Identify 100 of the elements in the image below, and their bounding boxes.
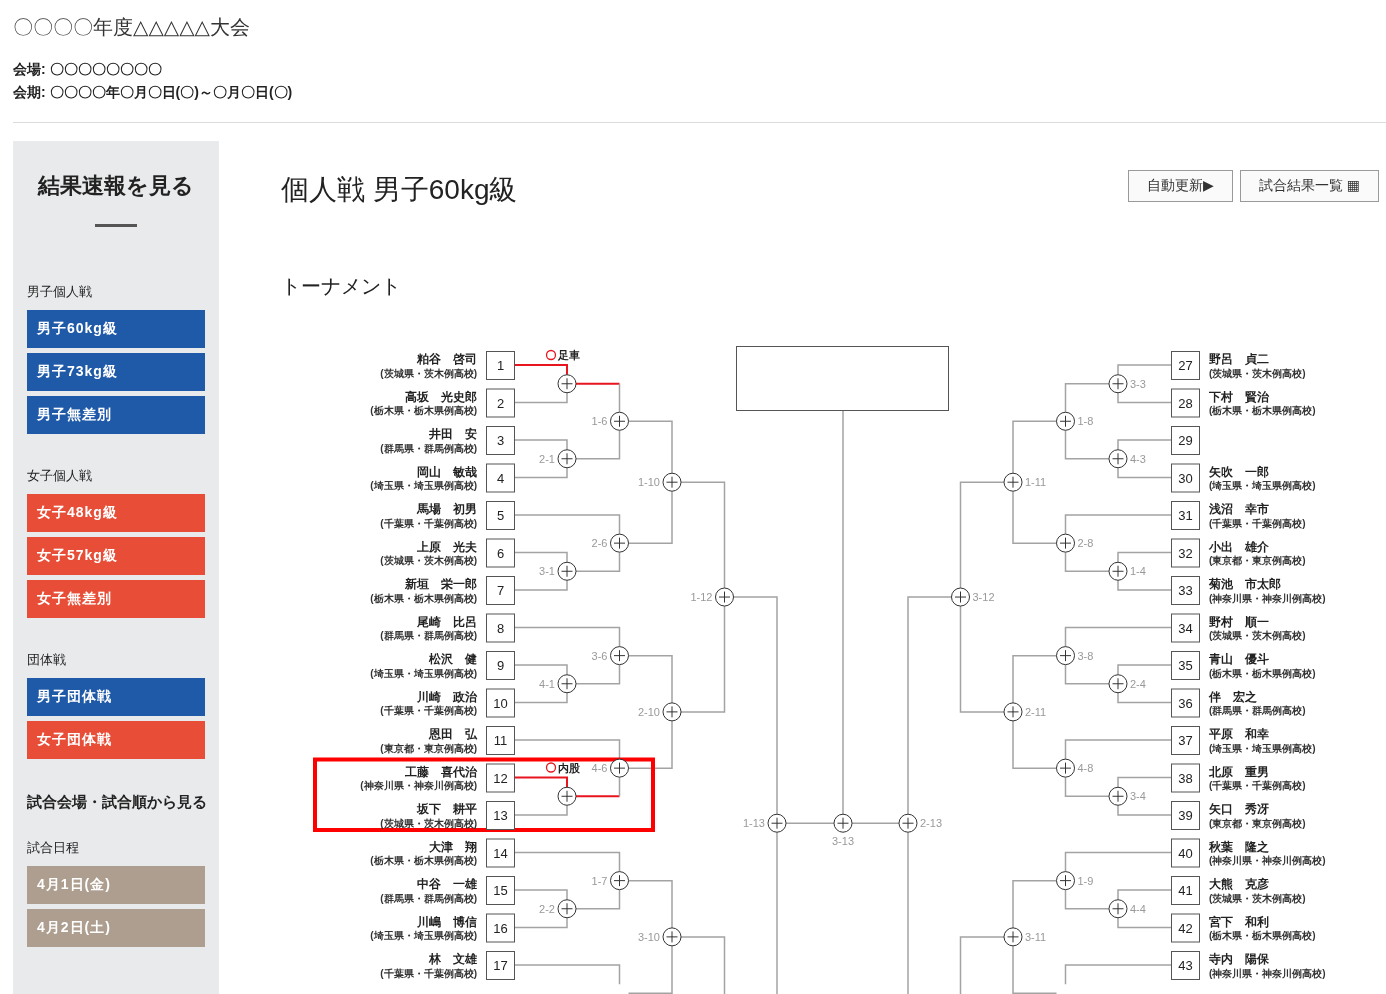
entry-number: 27 — [1171, 351, 1200, 380]
bracket-line — [1012, 654, 1058, 704]
entry-number: 14 — [486, 838, 515, 868]
toolbar-button[interactable]: 自動更新▶ — [1128, 170, 1233, 202]
ring-icon — [545, 762, 557, 773]
category-button[interactable]: 女子無差別 — [27, 580, 205, 618]
match-number: 4-6 — [591, 762, 608, 775]
plus-circle-icon[interactable] — [662, 702, 682, 722]
plus-circle-icon[interactable] — [557, 374, 577, 394]
plus-circle-icon[interactable] — [1003, 927, 1023, 947]
match-number: 3-13 — [832, 835, 854, 848]
match-number: 1-7 — [591, 874, 608, 887]
plus-circle-icon[interactable] — [1108, 899, 1128, 919]
bracket-line — [575, 429, 621, 460]
category-button[interactable]: 女子48kg級 — [27, 494, 205, 532]
player-name: 浅沼 幸市 — [1209, 502, 1269, 516]
technique-label: 内股 — [558, 761, 580, 774]
match-number: 2-10 — [637, 705, 660, 718]
bracket-line — [1064, 551, 1110, 572]
plus-circle-icon[interactable] — [1108, 561, 1128, 581]
plus-circle-icon[interactable] — [1056, 758, 1075, 778]
school-name: (茨城県・茨木例高校) — [380, 555, 477, 566]
player-name: 粕谷 啓司 — [417, 352, 477, 366]
category-button[interactable]: 男子団体戦 — [27, 678, 205, 716]
category-button[interactable]: 男子73kg級 — [27, 353, 205, 391]
player-name: 北原 重男 — [1209, 764, 1269, 779]
player-name: 高坂 光史郎 — [405, 389, 477, 404]
ring-icon — [545, 349, 557, 361]
bracket-line — [627, 654, 673, 704]
plus-circle-icon[interactable] — [1108, 374, 1128, 394]
category-button[interactable]: 男子60kg級 — [27, 310, 205, 348]
category-button[interactable]: 男子無差別 — [27, 396, 205, 434]
match-number: 2-11 — [1025, 705, 1047, 718]
player-name: 井田 安 — [429, 427, 477, 441]
plus-circle-icon[interactable] — [1056, 646, 1075, 666]
plus-circle-icon[interactable] — [951, 587, 970, 607]
match-number: 4-8 — [1077, 762, 1094, 775]
school-name: (栃木県・栃木県例高校) — [370, 592, 477, 604]
plus-circle-icon[interactable] — [1056, 533, 1075, 553]
plus-circle-icon[interactable] — [1003, 472, 1023, 492]
plus-circle-icon[interactable] — [662, 927, 682, 947]
plus-circle-icon[interactable] — [610, 411, 629, 431]
entry-number: 11 — [486, 726, 515, 755]
plus-circle-icon[interactable] — [767, 813, 787, 833]
plus-circle-icon[interactable] — [557, 561, 577, 581]
plus-circle-icon[interactable] — [610, 646, 629, 666]
school-name: (埼玉県・埼玉県例高校) — [1209, 480, 1316, 491]
player-name: 林 文雄 — [429, 952, 477, 966]
plus-circle-icon[interactable] — [1108, 786, 1128, 806]
plus-circle-icon[interactable] — [833, 813, 853, 833]
bracket-line — [627, 945, 673, 994]
player-name: 宮下 和利 — [1209, 914, 1269, 929]
plus-circle-icon[interactable] — [715, 587, 734, 607]
plus-circle-icon[interactable] — [1108, 674, 1128, 694]
entry-number: 31 — [1171, 501, 1200, 530]
entry-number: 33 — [1171, 576, 1200, 605]
category-button[interactable]: 女子団体戦 — [27, 721, 205, 759]
group-label: 男子個人戦 — [27, 283, 93, 301]
school-name: (群馬県・群馬例高校) — [380, 892, 477, 904]
match-number: 3-1 — [539, 565, 555, 578]
plus-circle-icon[interactable] — [610, 871, 629, 891]
match-number: 4-3 — [1130, 452, 1146, 465]
match-number: 4-1 — [539, 677, 555, 690]
player-name: 川崎 政治 — [417, 689, 477, 704]
bracket-line — [627, 720, 673, 769]
player-name: 青山 優斗 — [1209, 652, 1269, 666]
entry-number: 9 — [486, 651, 515, 680]
plus-circle-icon[interactable] — [662, 472, 682, 492]
plus-circle-icon[interactable] — [557, 786, 577, 806]
entry-number: 38 — [1171, 763, 1200, 793]
entry-number: 7 — [486, 576, 515, 605]
school-name: (栃木県・栃木県例高校) — [370, 405, 477, 416]
plus-circle-icon[interactable] — [898, 813, 918, 833]
school-name: (千葉県・千葉例高校) — [380, 705, 477, 716]
plus-circle-icon[interactable] — [1108, 449, 1128, 469]
school-name: (茨城県・茨木例高校) — [1209, 367, 1306, 379]
school-name: (埼玉県・埼玉県例高校) — [370, 930, 477, 941]
plus-circle-icon[interactable] — [1056, 411, 1075, 431]
entry-number: 1 — [486, 351, 515, 380]
plus-circle-icon[interactable] — [557, 449, 577, 469]
plus-circle-icon[interactable] — [1056, 871, 1075, 891]
school-name: (神奈川県・神奈川例高校) — [1209, 967, 1326, 979]
plus-circle-icon[interactable] — [610, 758, 629, 778]
plus-circle-icon[interactable] — [610, 533, 629, 553]
match-number: 1-10 — [637, 476, 660, 489]
toolbar-button[interactable]: 試合結果一覧 ▦ — [1239, 170, 1379, 202]
school-name: (千葉県・千葉例高校) — [1209, 517, 1306, 529]
player-name: 恩田 弘 — [429, 727, 477, 741]
bracket-line — [1012, 720, 1058, 769]
entry-number: 36 — [1171, 688, 1200, 718]
school-name: (神奈川県・神奈川例高校) — [360, 780, 477, 791]
category-button[interactable]: 女子57kg級 — [27, 537, 205, 575]
plus-circle-icon[interactable] — [557, 674, 577, 694]
player-name: 矢口 秀冴 — [1209, 802, 1269, 816]
plus-circle-icon[interactable] — [1003, 702, 1023, 722]
plus-circle-icon[interactable] — [557, 899, 577, 919]
match-number: 3-12 — [972, 591, 995, 604]
match-number: 3-8 — [1077, 649, 1094, 662]
entry-number: 8 — [486, 613, 515, 643]
match-number: 3-6 — [591, 649, 608, 662]
